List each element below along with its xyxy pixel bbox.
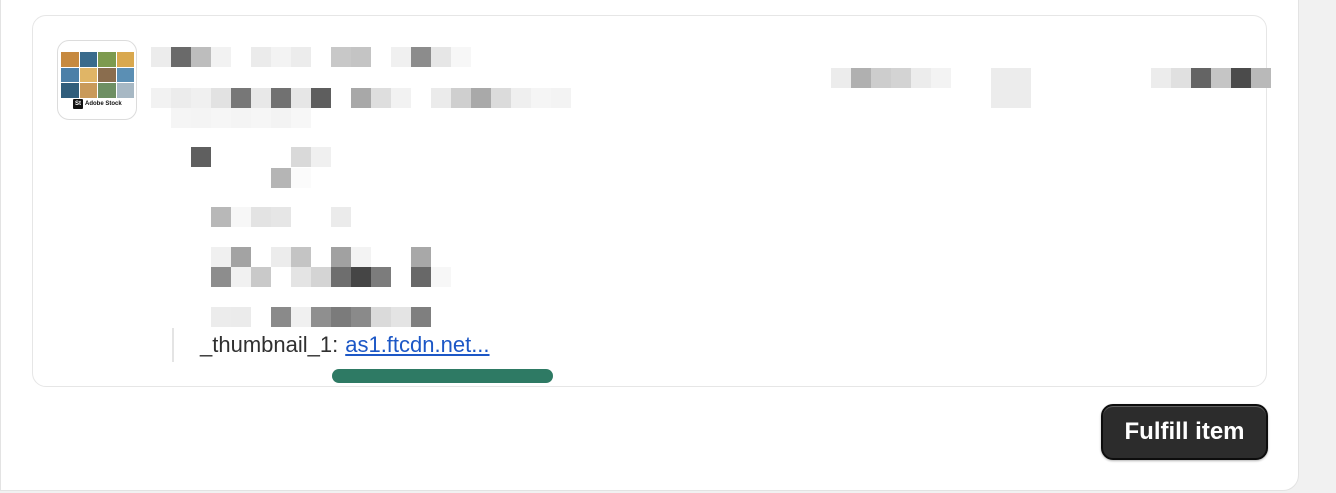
thumbnail-tile	[98, 52, 116, 67]
product-thumbnail: St Adobe Stock	[57, 40, 137, 120]
redacted-sku	[151, 108, 311, 128]
redacted-product-variant	[151, 88, 571, 108]
thumbnail-tile	[79, 67, 97, 83]
redacted-property-6	[211, 307, 431, 327]
thumbnail-tile	[116, 52, 134, 67]
thumbnail-tile	[116, 83, 134, 98]
redacted-quantity-2	[1011, 68, 1031, 108]
redacted-property-3	[211, 207, 351, 227]
thumbnail-tile	[79, 83, 97, 98]
redacted-property-5	[211, 267, 451, 287]
thumbnail-tile	[98, 67, 116, 83]
brand-label: Adobe Stock	[85, 101, 122, 107]
st-logo-icon: St	[73, 99, 83, 109]
thumbnail-property-row: _thumbnail_1: as1.ftcdn.net...	[172, 328, 490, 362]
redacted-product-title	[151, 47, 471, 67]
thumbnail-tile	[61, 52, 79, 67]
redacted-price	[831, 68, 1271, 88]
adobe-stock-logo: St Adobe Stock	[73, 99, 122, 109]
link-highlight-marker	[332, 369, 553, 383]
fulfill-item-button[interactable]: Fulfill item	[1101, 404, 1268, 460]
thumbnail-tile	[61, 83, 79, 98]
thumbnail-tile	[116, 67, 134, 83]
thumbnail-collage	[61, 52, 134, 98]
thumbnail-tile	[79, 52, 97, 67]
redacted-property-1	[191, 147, 331, 167]
thumbnail-link[interactable]: as1.ftcdn.net...	[345, 332, 489, 358]
redacted-quantity	[991, 68, 1011, 108]
thumbnail-tile	[61, 67, 79, 83]
property-key: _thumbnail_1:	[200, 332, 339, 357]
redacted-property-4	[211, 247, 431, 267]
redacted-property-2	[271, 168, 311, 188]
thumbnail-tile	[98, 83, 116, 98]
